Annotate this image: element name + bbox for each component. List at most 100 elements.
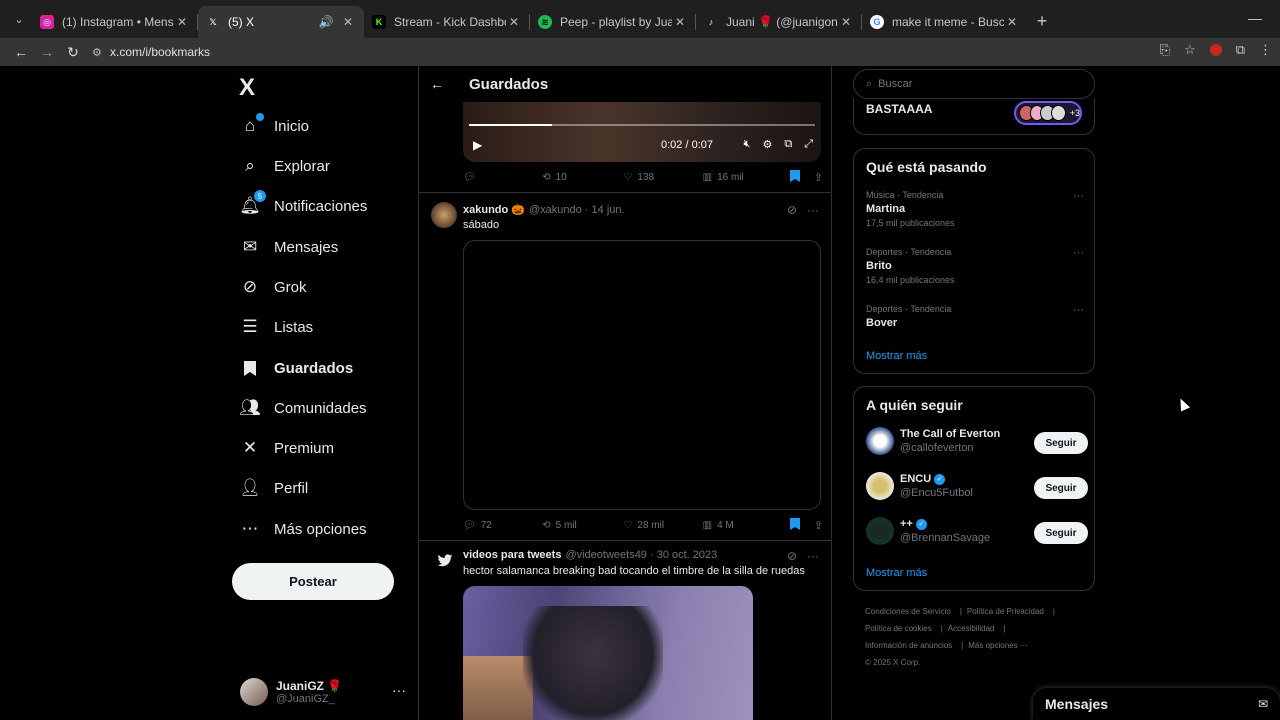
post-button[interactable]: Postear bbox=[232, 563, 394, 600]
site-settings-icon[interactable]: ⚙ bbox=[92, 46, 110, 59]
mute-icon[interactable]: 🔊 bbox=[318, 15, 334, 29]
views-button[interactable]: ▥ 4 M bbox=[703, 520, 790, 531]
tab-search-icon[interactable]: ⌄ bbox=[6, 6, 32, 32]
bookmark-icon[interactable] bbox=[789, 170, 800, 185]
more-icon[interactable]: ··· bbox=[807, 203, 819, 217]
trend-item[interactable]: Deportes · Tendencia Bover ··· bbox=[866, 304, 1084, 329]
tab-instagram[interactable]: ◎ (1) Instagram • Mensajes ✕ bbox=[32, 6, 198, 38]
close-icon[interactable]: ✕ bbox=[1004, 15, 1020, 29]
author-name[interactable]: xakundo 🎃 bbox=[463, 203, 525, 216]
new-tab-button[interactable]: + bbox=[1028, 11, 1056, 32]
more-icon[interactable]: ··· bbox=[807, 549, 819, 563]
reply-button[interactable]: 💬︎ 72 bbox=[463, 520, 542, 531]
tab-x[interactable]: 𝕏 (5) X 🔊 ✕ bbox=[198, 6, 364, 38]
x-logo[interactable]: X bbox=[239, 74, 255, 102]
like-button[interactable]: ♡ 138 bbox=[623, 172, 702, 183]
follow-suggestion[interactable]: ++ ✓ @BrennanSavage Seguir bbox=[866, 517, 1088, 545]
show-more-link[interactable]: Mostrar más bbox=[866, 350, 927, 362]
sidebar-item-mas-opciones[interactable]: ⋯ Más opciones bbox=[240, 514, 367, 544]
share-icon[interactable]: ⇪ bbox=[814, 171, 823, 184]
sidebar-item-notificaciones[interactable]: 🔔︎ 5 Notificaciones bbox=[239, 190, 367, 221]
footer-link[interactable]: Más opciones ··· bbox=[968, 641, 1028, 650]
pip-icon[interactable]: ⧉ bbox=[784, 138, 792, 151]
author-handle[interactable]: @videotweets49 bbox=[565, 549, 647, 561]
sidebar-item-comunidades[interactable]: 👥︎ Comunidades bbox=[239, 393, 366, 423]
grok-icon[interactable]: ⊘ bbox=[787, 203, 797, 217]
settings-icon[interactable]: ⚙ bbox=[762, 138, 772, 151]
trends-panel: Qué está pasando Música · Tendencia Mart… bbox=[853, 148, 1095, 374]
author-handle[interactable]: @xakundo bbox=[529, 204, 582, 216]
follow-suggestion[interactable]: ENCU ✓ @Encu5Futbol Seguir bbox=[866, 472, 1088, 500]
live-space-card[interactable]: BASTAAAA +3 bbox=[853, 98, 1095, 135]
like-button[interactable]: ♡ 28 mil bbox=[623, 520, 702, 531]
close-icon[interactable]: ✕ bbox=[174, 15, 190, 29]
tab-kick[interactable]: K Stream - Kick Dashboard ✕ bbox=[364, 6, 530, 38]
extension-blocker-icon[interactable] bbox=[1209, 42, 1222, 59]
sidebar-item-premium[interactable]: ✕ Premium bbox=[240, 433, 334, 463]
install-app-icon[interactable]: ⎘ bbox=[1160, 42, 1170, 59]
retweet-button[interactable]: ⟲ 10 bbox=[542, 172, 623, 183]
footer-link[interactable]: Información de anuncios bbox=[865, 641, 952, 650]
tab-spotify[interactable]: ≋ Peep - playlist by Juani | Spotify ✕ bbox=[530, 6, 696, 38]
fullscreen-icon[interactable]: ⤢ bbox=[804, 138, 813, 151]
more-icon[interactable]: ··· bbox=[1073, 190, 1084, 202]
video-player[interactable]: ▶ 0:02 / 0:07 🔇︎ ⚙ ⧉ ⤢ bbox=[463, 102, 821, 162]
back-arrow-icon[interactable]: ← bbox=[419, 76, 455, 92]
retweet-button[interactable]: ⟲ 5 mil bbox=[542, 520, 623, 531]
close-icon[interactable]: ✕ bbox=[672, 15, 688, 29]
sidebar-item-inicio[interactable]: ⌂ Inicio bbox=[240, 111, 309, 141]
account-switcher[interactable]: JuaniGZ 🌹 @JuaniGZ_ ··· bbox=[240, 678, 406, 706]
minimize-icon[interactable]: — bbox=[1248, 10, 1262, 26]
follow-button[interactable]: Seguir bbox=[1034, 477, 1088, 499]
more-icon[interactable]: ··· bbox=[392, 682, 406, 698]
close-icon[interactable]: ✕ bbox=[506, 15, 522, 29]
url-bar[interactable]: ⚙ x.com/i/bookmarks bbox=[92, 41, 1132, 63]
sidebar-item-mensajes[interactable]: ✉ Mensajes bbox=[240, 232, 338, 262]
more-icon[interactable]: ··· bbox=[1073, 247, 1084, 259]
media-video[interactable] bbox=[463, 240, 821, 510]
browser-menu-icon[interactable]: ⋮ bbox=[1259, 42, 1272, 59]
follow-suggestion[interactable]: The Call of Everton @callofeverton Segui… bbox=[866, 427, 1088, 455]
avatar[interactable] bbox=[431, 202, 457, 228]
star-icon[interactable]: ☆ bbox=[1184, 42, 1196, 59]
footer-link[interactable]: Política de cookies bbox=[865, 624, 932, 633]
mute-icon[interactable]: 🔇︎ bbox=[744, 138, 751, 151]
sidebar-item-guardados[interactable]: Guardados bbox=[240, 353, 353, 383]
search-input[interactable]: ⌕ Buscar bbox=[853, 69, 1095, 99]
close-icon[interactable]: ✕ bbox=[838, 15, 854, 29]
media-video[interactable] bbox=[463, 586, 753, 720]
more-icon[interactable]: ··· bbox=[1073, 304, 1084, 316]
follow-button[interactable]: Seguir bbox=[1034, 522, 1088, 544]
tab-google[interactable]: G make it meme - Buscar con Google ✕ bbox=[862, 6, 1028, 38]
trend-item[interactable]: Música · Tendencia Martina 17,5 mil publ… bbox=[866, 190, 1084, 228]
tweet-date[interactable]: 30 oct. 2023 bbox=[657, 549, 718, 561]
tweet-date[interactable]: 14 jun. bbox=[592, 204, 625, 216]
footer-link[interactable]: Accesibilidad bbox=[948, 624, 995, 633]
trend-item[interactable]: Deportes · Tendencia Brito 16,4 mil publ… bbox=[866, 247, 1084, 285]
sidebar-item-explorar[interactable]: ⌕ Explorar bbox=[240, 151, 330, 181]
footer-link[interactable]: Condiciones de Servicio bbox=[865, 607, 951, 616]
bookmark-icon[interactable] bbox=[789, 518, 800, 533]
new-message-icon[interactable]: ✉ bbox=[1258, 697, 1268, 711]
grok-icon[interactable]: ⊘ bbox=[787, 549, 797, 563]
video-progress[interactable] bbox=[469, 124, 815, 126]
twitter-bird-icon[interactable] bbox=[435, 554, 455, 571]
close-icon[interactable]: ✕ bbox=[340, 15, 356, 29]
reload-icon[interactable]: ↻ bbox=[60, 44, 86, 61]
sidebar-item-perfil[interactable]: 👤︎ Perfil bbox=[239, 473, 308, 503]
back-icon[interactable]: ← bbox=[8, 44, 34, 60]
sidebar-item-listas[interactable]: ☰ Listas bbox=[240, 312, 313, 342]
messages-drawer[interactable]: Mensajes ✉ bbox=[1033, 688, 1280, 720]
footer-link[interactable]: Política de Privacidad bbox=[967, 607, 1044, 616]
follow-button[interactable]: Seguir bbox=[1034, 432, 1088, 454]
share-icon[interactable]: ⇪ bbox=[814, 519, 823, 532]
forward-icon[interactable]: → bbox=[34, 44, 60, 60]
sidebar-item-grok[interactable]: ⊘ Grok bbox=[240, 272, 307, 302]
author-name[interactable]: videos para tweets bbox=[463, 549, 561, 561]
extensions-icon[interactable]: ⧉ bbox=[1236, 42, 1245, 59]
show-more-link[interactable]: Mostrar más bbox=[866, 567, 927, 579]
reply-button[interactable]: 💬︎ bbox=[463, 172, 542, 183]
play-icon[interactable]: ▶ bbox=[473, 138, 482, 152]
tab-tiktok[interactable]: ♪ Juani 🌹 (@juanigonz9) | TikTok ✕ bbox=[696, 6, 862, 38]
views-button[interactable]: ▥ 16 mil bbox=[703, 172, 790, 183]
